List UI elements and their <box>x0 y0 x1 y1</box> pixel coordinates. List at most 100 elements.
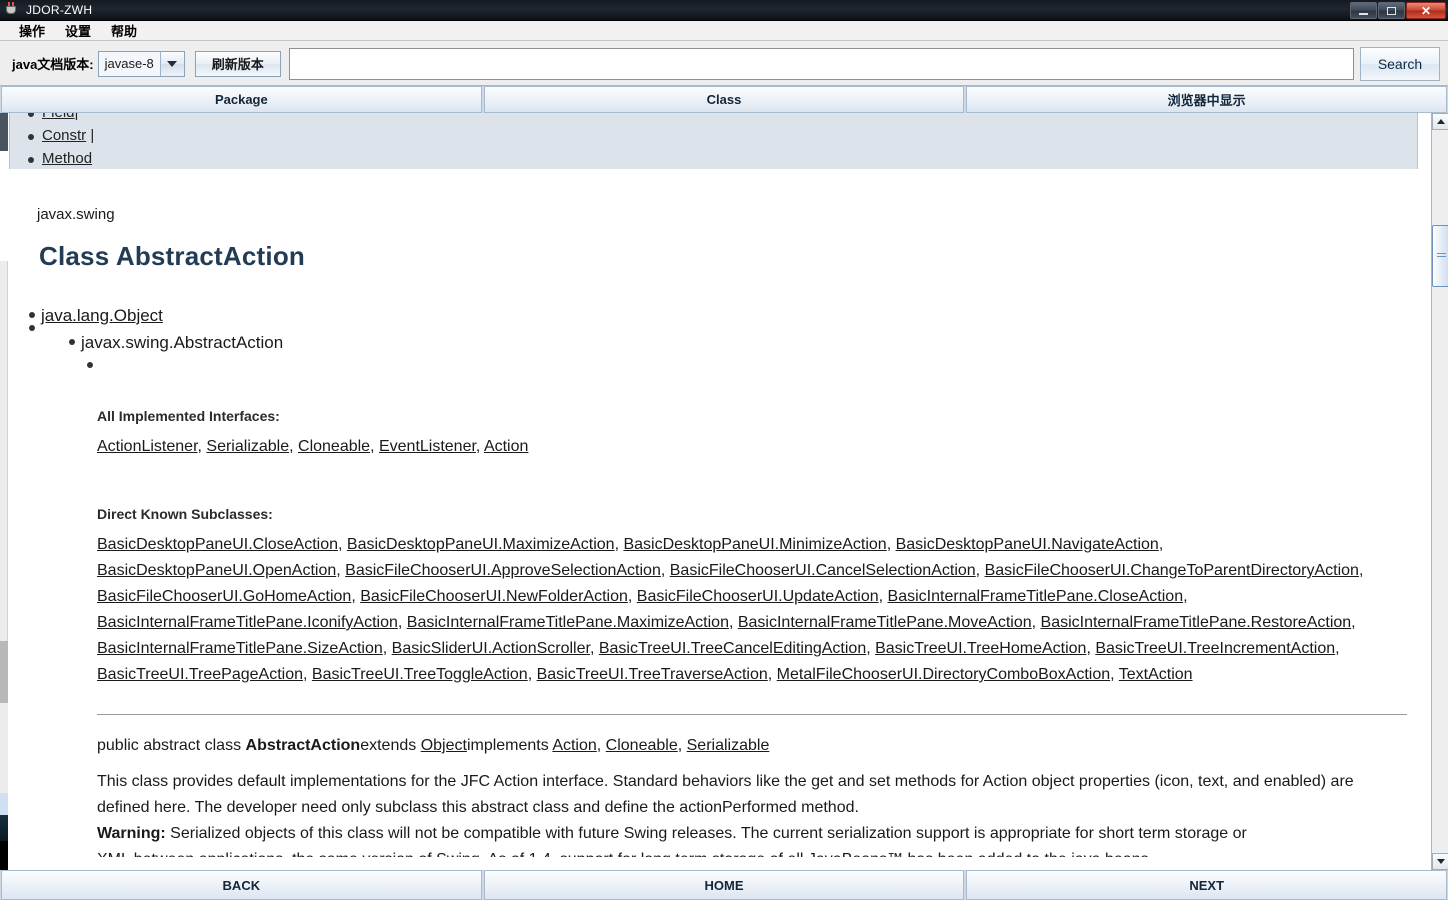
navigation-tabs: Package Class 浏览器中显示 <box>0 86 1448 113</box>
tab-open-in-browser[interactable]: 浏览器中显示 <box>966 86 1448 113</box>
inheritance-tree: java.lang.Object javax.swing.AbstractAct… <box>29 302 1418 380</box>
application-window: JDOR-ZWH ✕ 操作 设置 帮助 java文档版本: javase-8 刷… <box>0 0 1448 900</box>
nav-sep: | <box>75 113 79 121</box>
refresh-version-button[interactable]: 刷新版本 <box>194 50 281 77</box>
serialization-warning: Warning: Serialized objects of this clas… <box>97 821 1409 847</box>
bottom-navigation-bar: BACK HOME NEXT <box>0 870 1448 900</box>
link-subclass[interactable]: BasicFileChooserUI.UpdateAction <box>637 588 879 605</box>
nav-link-field[interactable]: Field <box>42 113 75 121</box>
tab-class[interactable]: Class <box>483 86 965 113</box>
version-select[interactable]: javase-8 <box>97 50 185 77</box>
left-rail-scroll-thumb[interactable] <box>0 641 8 703</box>
minimize-button[interactable] <box>1350 2 1377 19</box>
title-bar: JDOR-ZWH ✕ <box>0 0 1448 21</box>
left-rail-segment <box>0 841 8 870</box>
left-rail-segment <box>0 793 8 815</box>
declaration-class-name: AbstractAction <box>245 737 361 754</box>
link-subclass[interactable]: BasicTreeUI.TreeToggleAction <box>312 666 528 683</box>
scroll-up-button[interactable] <box>1432 113 1448 130</box>
link-subclass[interactable]: BasicInternalFrameTitlePane.SizeAction <box>97 640 383 657</box>
scrollbar-thumb[interactable] <box>1432 225 1448 287</box>
link-java-lang-object[interactable]: java.lang.Object <box>41 306 163 325</box>
next-button[interactable]: NEXT <box>966 870 1448 900</box>
left-rail-segment <box>0 113 8 151</box>
link-subclass[interactable]: BasicFileChooserUI.ChangeToParentDirecto… <box>985 562 1359 579</box>
description-clipped-line: XML between applications, the same versi… <box>97 847 1409 857</box>
link-subclass[interactable]: BasicInternalFrameTitlePane.RestoreActio… <box>1041 614 1352 631</box>
chevron-down-icon[interactable] <box>159 51 184 76</box>
link-interface[interactable]: Cloneable <box>298 438 370 455</box>
link-subclass[interactable]: BasicFileChooserUI.ApproveSelectionActio… <box>345 562 661 579</box>
link-subclass[interactable]: BasicDesktopPaneUI.NavigateAction <box>896 536 1159 553</box>
link-subclass[interactable]: BasicFileChooserUI.NewFolderAction <box>360 588 628 605</box>
nav-link-constr[interactable]: Constr <box>42 127 86 144</box>
link-subclass[interactable]: BasicTreeUI.TreeHomeAction <box>875 640 1086 657</box>
tree-node-current-class: javax.swing.AbstractAction <box>29 329 1418 356</box>
link-subclass[interactable]: BasicDesktopPaneUI.MaximizeAction <box>347 536 615 553</box>
home-button[interactable]: HOME <box>483 870 965 900</box>
scroll-down-button[interactable] <box>1432 853 1448 870</box>
class-description: This class provides default implementati… <box>97 769 1409 857</box>
link-subclass[interactable]: BasicSliderUI.ActionScroller <box>392 640 590 657</box>
declaration-modifiers: public abstract class <box>97 737 246 754</box>
divider <box>97 714 1407 715</box>
link-subclass[interactable]: BasicFileChooserUI.CancelSelectionAction <box>670 562 976 579</box>
link-subclass[interactable]: BasicInternalFrameTitlePane.MoveAction <box>738 614 1032 631</box>
link-subclass[interactable]: BasicInternalFrameTitlePane.MaximizeActi… <box>407 614 729 631</box>
warning-text: Serialized objects of this class will no… <box>165 825 1247 842</box>
toolbar: java文档版本: javase-8 刷新版本 Search <box>0 42 1448 86</box>
left-rail-segment <box>0 703 8 793</box>
list-item[interactable]: Method <box>10 147 1417 169</box>
menu-item-settings[interactable]: 设置 <box>56 20 100 41</box>
link-subclass[interactable]: BasicTreeUI.TreeIncrementAction <box>1095 640 1335 657</box>
link-subclass[interactable]: BasicDesktopPaneUI.CloseAction <box>97 536 338 553</box>
scrollbar-track[interactable] <box>1432 130 1448 853</box>
link-subclass[interactable]: TextAction <box>1119 666 1193 683</box>
list-item[interactable]: Constr | <box>10 124 1417 147</box>
javadoc-content: javax.swing Class AbstractAction java.la… <box>9 170 1418 870</box>
link-implemented-interface[interactable]: Cloneable <box>606 737 678 754</box>
link-subclass[interactable]: BasicInternalFrameTitlePane.IconifyActio… <box>97 614 398 631</box>
version-select-value: javase-8 <box>98 51 160 76</box>
search-button[interactable]: Search <box>1360 46 1440 81</box>
nav-link-method[interactable]: Method <box>42 150 92 167</box>
link-subclass[interactable]: MetalFileChooserUI.DirectoryComboBoxActi… <box>777 666 1110 683</box>
link-subclass[interactable]: BasicDesktopPaneUI.OpenAction <box>97 562 336 579</box>
link-subclass[interactable]: BasicTreeUI.TreeTraverseAction <box>537 666 768 683</box>
link-subclass[interactable]: BasicTreeUI.TreePageAction <box>97 666 303 683</box>
tree-node-label: javax.swing.AbstractAction <box>81 333 284 352</box>
class-declaration: public abstract class AbstractActionexte… <box>97 737 770 754</box>
menu-item-operations[interactable]: 操作 <box>10 20 54 41</box>
menu-bar: 操作 设置 帮助 <box>0 21 1448 41</box>
declaration-implements-keyword: implements <box>466 737 553 754</box>
link-subclass[interactable]: BasicFileChooserUI.GoHomeAction <box>97 588 351 605</box>
link-interface[interactable]: ActionListener <box>97 438 198 455</box>
menu-item-help[interactable]: 帮助 <box>102 20 146 41</box>
link-superclass[interactable]: Object <box>421 737 467 754</box>
link-implemented-interface[interactable]: Serializable <box>687 737 770 754</box>
link-subclass[interactable]: BasicDesktopPaneUI.MinimizeAction <box>623 536 886 553</box>
java-cup-icon <box>4 2 20 18</box>
back-button[interactable]: BACK <box>1 870 482 900</box>
search-input[interactable] <box>288 47 1354 80</box>
link-implemented-interface[interactable]: Action <box>552 737 596 754</box>
known-subclasses-heading: Direct Known Subclasses: <box>97 506 273 522</box>
left-rail-scroll-track[interactable] <box>0 261 8 641</box>
link-interface[interactable]: Serializable <box>206 438 289 455</box>
maximize-button[interactable] <box>1378 2 1405 19</box>
close-button[interactable]: ✕ <box>1406 2 1446 19</box>
bullet-icon <box>69 339 75 345</box>
link-interface[interactable]: EventListener <box>379 438 476 455</box>
link-interface[interactable]: Action <box>484 438 528 455</box>
window-title: JDOR-ZWH <box>26 3 93 17</box>
version-label: java文档版本: <box>12 57 94 72</box>
tree-connector <box>29 356 1418 380</box>
vertical-scrollbar[interactable] <box>1431 113 1448 870</box>
implemented-interfaces-list: ActionListener, Serializable, Cloneable,… <box>97 438 529 455</box>
bullet-icon <box>87 362 93 368</box>
list-item[interactable]: Field| <box>10 113 1417 124</box>
link-subclass[interactable]: BasicInternalFrameTitlePane.CloseAction <box>888 588 1184 605</box>
link-subclass[interactable]: BasicTreeUI.TreeCancelEditingAction <box>599 640 866 657</box>
tab-package[interactable]: Package <box>1 86 482 113</box>
window-controls: ✕ <box>1349 2 1446 19</box>
